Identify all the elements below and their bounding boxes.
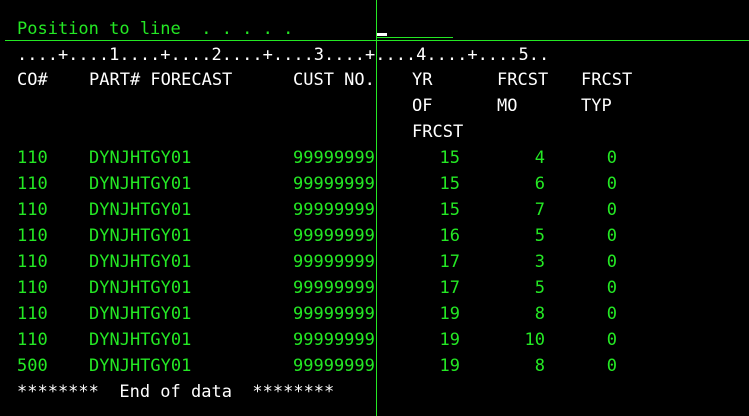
cell-typ: 0 [606, 226, 617, 246]
cell-co: 110 [17, 226, 48, 246]
header-yr-line2: OF [412, 96, 433, 116]
cell-part: DYNJHTGY01 [89, 200, 192, 220]
text-cursor [377, 33, 387, 36]
cell-yr: 19 [439, 330, 460, 350]
vertical-crosshair-line [376, 0, 377, 416]
cell-cust: 99999999 [293, 278, 375, 298]
header-cust-no: CUST NO. [293, 70, 375, 90]
cell-mo: 5 [534, 278, 545, 298]
cell-cust: 99999999 [293, 304, 375, 324]
cell-part: DYNJHTGY01 [89, 148, 192, 168]
cell-mo: 10 [524, 330, 545, 350]
cell-typ: 0 [606, 148, 617, 168]
cell-yr: 15 [439, 148, 460, 168]
horizontal-crosshair-line [5, 40, 749, 41]
header-co: CO# [17, 70, 48, 90]
cell-mo: 7 [534, 200, 545, 220]
header-typ-line2: TYP [581, 96, 612, 116]
cell-cust: 99999999 [293, 330, 375, 350]
cell-cust: 99999999 [293, 356, 375, 376]
cell-mo: 8 [534, 304, 545, 324]
cell-mo: 6 [534, 174, 545, 194]
header-mo-line2: MO [497, 96, 518, 116]
cell-cust: 99999999 [293, 226, 375, 246]
cell-co: 500 [17, 356, 48, 376]
cell-cust: 99999999 [293, 252, 375, 272]
cell-yr: 17 [439, 278, 460, 298]
cell-co: 110 [17, 200, 48, 220]
position-to-line-input[interactable] [377, 13, 453, 38]
cell-part: DYNJHTGY01 [89, 174, 192, 194]
header-part-forecast: PART# FORECAST [89, 70, 233, 90]
cell-mo: 5 [534, 226, 545, 246]
column-ruler: ....+....1....+....2....+....3....+....4… [17, 45, 550, 65]
cell-co: 110 [17, 252, 48, 272]
cell-co: 110 [17, 278, 48, 298]
cell-mo: 8 [534, 356, 545, 376]
cell-part: DYNJHTGY01 [89, 252, 192, 272]
cell-part: DYNJHTGY01 [89, 356, 192, 376]
header-typ-line1: FRCST [581, 70, 633, 90]
cell-typ: 0 [606, 200, 617, 220]
cell-mo: 4 [534, 148, 545, 168]
cell-yr: 17 [439, 252, 460, 272]
cell-co: 110 [17, 330, 48, 350]
cell-yr: 19 [439, 304, 460, 324]
cell-typ: 0 [606, 356, 617, 376]
end-of-data-marker: ******** End of data ******** [17, 382, 335, 402]
header-yr-line1: YR [412, 70, 433, 90]
cell-typ: 0 [606, 252, 617, 272]
position-to-line-label: Position to line . . . . . [17, 19, 294, 39]
cell-typ: 0 [606, 174, 617, 194]
cell-part: DYNJHTGY01 [89, 330, 192, 350]
cell-yr: 15 [439, 200, 460, 220]
cell-co: 110 [17, 304, 48, 324]
cell-cust: 99999999 [293, 174, 375, 194]
cell-cust: 99999999 [293, 148, 375, 168]
cell-yr: 16 [439, 226, 460, 246]
cell-yr: 15 [439, 174, 460, 194]
cell-part: DYNJHTGY01 [89, 304, 192, 324]
cell-mo: 3 [534, 252, 545, 272]
cell-typ: 0 [606, 304, 617, 324]
cell-part: DYNJHTGY01 [89, 278, 192, 298]
header-mo-line1: FRCST [497, 70, 549, 90]
header-yr-line3: FRCST [412, 122, 464, 142]
cell-typ: 0 [606, 278, 617, 298]
terminal-screen: Position to line . . . . . ....+....1...… [0, 0, 749, 416]
cell-co: 110 [17, 148, 48, 168]
cell-typ: 0 [606, 330, 617, 350]
cell-cust: 99999999 [293, 200, 375, 220]
cell-yr: 19 [439, 356, 460, 376]
cell-co: 110 [17, 174, 48, 194]
cell-part: DYNJHTGY01 [89, 226, 192, 246]
